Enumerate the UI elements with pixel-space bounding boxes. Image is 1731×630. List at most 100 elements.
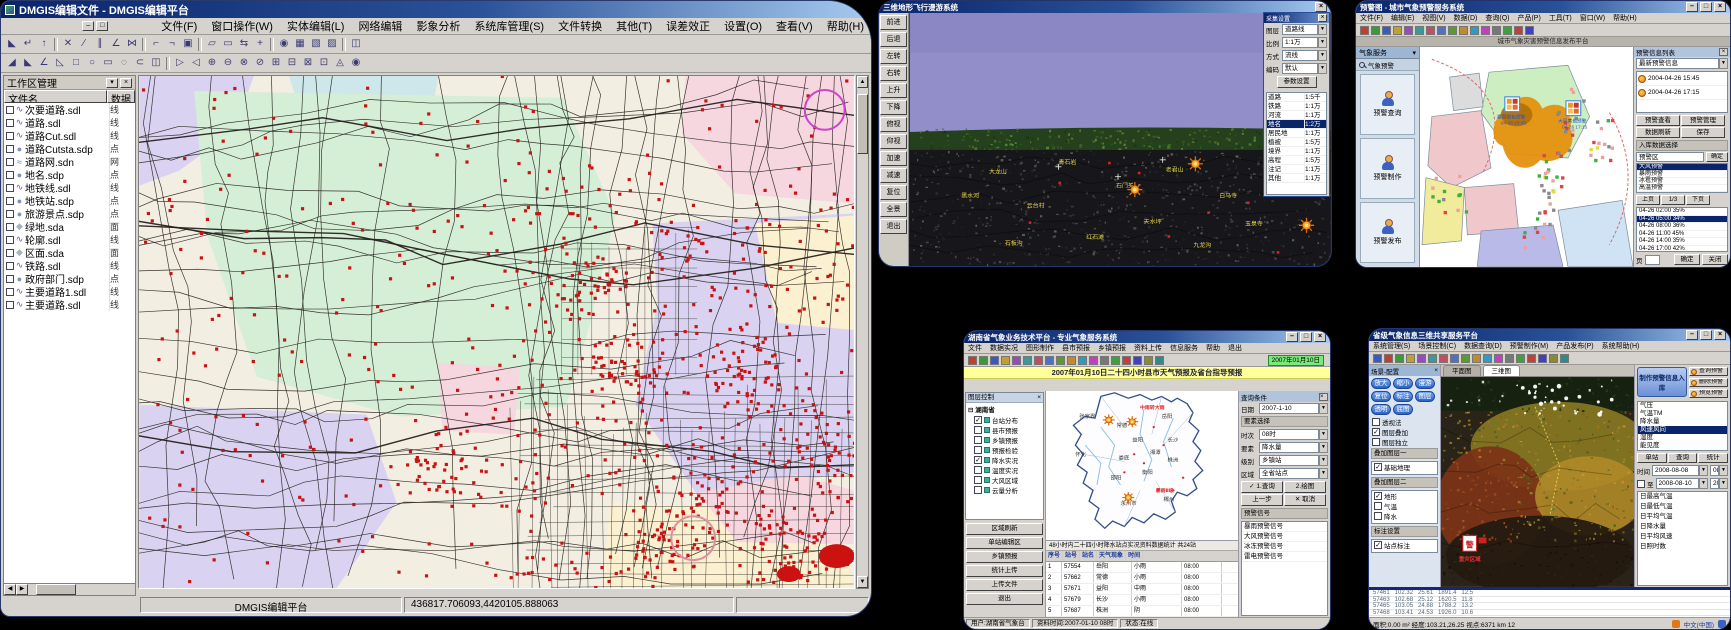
toolbar-icon[interactable]: ¬ xyxy=(164,37,180,52)
option-checkbox[interactable] xyxy=(1372,438,1380,446)
toolbar-icon[interactable] xyxy=(979,356,988,365)
tree-item[interactable]: 县市预报 xyxy=(966,425,1043,435)
toolbar-icon[interactable] xyxy=(1461,354,1470,363)
element-item[interactable]: 气温TM xyxy=(1638,410,1727,418)
layer-checkbox[interactable] xyxy=(6,145,14,153)
toolbar-icon[interactable] xyxy=(1437,26,1446,35)
toolbar-icon[interactable]: ▣ xyxy=(180,37,196,52)
panel-pin-button[interactable]: ▾ xyxy=(106,78,118,88)
scene-pill-button[interactable]: 缩小 xyxy=(1393,378,1413,389)
toolbar-icon[interactable]: ◉ xyxy=(276,37,292,52)
terrain-viewport[interactable]: 警重灾区域 xyxy=(1441,377,1634,587)
layer-checkbox[interactable] xyxy=(6,171,14,179)
layer-checkbox[interactable] xyxy=(6,249,14,257)
toolbar-icon[interactable]: ▨ xyxy=(324,37,340,52)
layer-item[interactable]: 降水 xyxy=(1372,511,1437,521)
minimize-button[interactable]: – xyxy=(1686,330,1698,340)
menu-item[interactable]: 其他(T) xyxy=(609,17,659,35)
toolbar-icon[interactable] xyxy=(1450,354,1459,363)
toolbar-icon[interactable]: ◬ xyxy=(332,56,348,71)
toolbar-icon[interactable]: ◫ xyxy=(348,37,364,52)
toolbar-icon[interactable] xyxy=(1056,356,1065,365)
toolbar-icon[interactable]: ⋈ xyxy=(124,37,140,52)
field-value[interactable]: 默认 xyxy=(1282,63,1318,74)
toolbar-icon[interactable]: ◢ xyxy=(4,56,20,71)
nav-button[interactable]: 仰视 xyxy=(880,134,907,149)
menu-item[interactable]: 视图(V) xyxy=(1418,13,1449,23)
toolbar-icon[interactable] xyxy=(1001,356,1010,365)
pager-button[interactable]: 1/3 xyxy=(1661,195,1685,205)
tree-checkbox[interactable] xyxy=(974,456,982,464)
nav-button[interactable]: 全景 xyxy=(880,202,907,217)
table-row[interactable]: 1 57554 岳阳 小雨 08:00 xyxy=(1046,562,1238,573)
panel-close-button[interactable]: × xyxy=(1434,367,1438,374)
toolbar-icon[interactable] xyxy=(1360,26,1369,35)
toolbar-icon[interactable] xyxy=(1426,26,1435,35)
panel-button[interactable]: 数据刷新 xyxy=(1636,127,1680,138)
toolbar-icon[interactable] xyxy=(1538,354,1547,363)
toolbar-icon[interactable] xyxy=(54,38,58,51)
list-row[interactable]: 高程1:5万 xyxy=(1267,156,1326,165)
query-tab[interactable]: 统计 xyxy=(1698,453,1728,463)
ma ximize-button[interactable]: □ xyxy=(1700,2,1712,12)
toolbar-icon[interactable]: ◺ xyxy=(52,56,68,71)
query-date[interactable]: 2007-1-10 xyxy=(1259,403,1319,414)
toolbar-icon[interactable]: ∠ xyxy=(36,56,52,71)
layer-item[interactable]: 基础地理 xyxy=(1372,462,1437,472)
list-row[interactable]: 地名1:2万 xyxy=(1267,120,1326,129)
menu-item[interactable]: 窗口(W) xyxy=(1576,13,1609,23)
field-value[interactable]: 1:1万 xyxy=(1282,37,1318,48)
sidebar-big-button[interactable]: 预警制作 xyxy=(1360,138,1415,199)
layer-checkbox[interactable] xyxy=(6,119,14,127)
start-hour[interactable]: 08 xyxy=(1710,465,1719,476)
title-bar[interactable]: 预警图 - 城市气象预警服务系统 – □ × xyxy=(1356,1,1730,13)
side-button[interactable]: 区域刷新 xyxy=(966,523,1043,535)
stat-item[interactable]: 日最高气温 xyxy=(1638,492,1727,502)
toolbar-icon[interactable] xyxy=(198,38,202,51)
toolbar-icon[interactable]: ▦ xyxy=(292,37,308,52)
element-item[interactable]: 能见度 xyxy=(1638,442,1727,450)
menu-item[interactable]: 帮助(H) xyxy=(820,17,871,35)
nav-button[interactable]: 减速 xyxy=(880,168,907,183)
table-column-header[interactable]: 站号 xyxy=(1063,551,1080,561)
toolbar-icon[interactable]: ∠ xyxy=(108,37,124,52)
page-input[interactable] xyxy=(1645,255,1661,265)
tree-checkbox[interactable] xyxy=(974,466,982,474)
toolbar-icon[interactable] xyxy=(1155,356,1164,365)
layer-checkbox[interactable] xyxy=(6,288,14,296)
table-row[interactable]: 3 57671 益阳 中雨 08:00 xyxy=(1046,584,1238,595)
toolbar-icon[interactable] xyxy=(1384,354,1393,363)
element-item[interactable]: 气压 xyxy=(1638,402,1727,410)
menu-item[interactable]: 数据实况 xyxy=(986,343,1022,353)
query-close-button[interactable]: × xyxy=(1319,393,1328,401)
tree-item[interactable]: 预报检验 xyxy=(966,445,1043,455)
tree-checkbox[interactable] xyxy=(974,416,982,424)
toolbar-icon[interactable]: ⊡ xyxy=(316,56,332,71)
end-date[interactable]: 2008-08-10 xyxy=(1656,478,1700,489)
menu-item[interactable]: 产品(P) xyxy=(1513,13,1544,23)
menu-item[interactable]: 文件 xyxy=(964,343,986,353)
field-value[interactable]: 08时 xyxy=(1259,429,1319,440)
table-row[interactable]: 04-26 02:00 35% xyxy=(1637,208,1727,216)
layer-checkbox[interactable] xyxy=(6,301,14,309)
side-button[interactable]: 统计上传 xyxy=(966,565,1043,577)
toolbar-icon[interactable] xyxy=(1404,26,1413,35)
nav-button[interactable]: 下降 xyxy=(880,100,907,115)
panel-button[interactable]: 保存 xyxy=(1681,127,1725,138)
toolbar-icon[interactable]: ⊘ xyxy=(252,56,268,71)
menu-item[interactable]: 帮助 xyxy=(1202,343,1224,353)
toolbar-icon[interactable]: ▭ xyxy=(100,56,116,71)
map-canvas[interactable] xyxy=(138,75,855,589)
pager-button[interactable]: 下页 xyxy=(1686,195,1710,205)
tree-item[interactable]: 降水实况 xyxy=(966,455,1043,465)
grid-row[interactable]: 57468 103.41 24.53 1926.0 10.6 xyxy=(1369,610,1730,617)
list-row[interactable]: 植被1:5万 xyxy=(1267,138,1326,147)
warning-item[interactable]: 2004-04-26 17:15 xyxy=(1637,86,1727,100)
ime-icon[interactable] xyxy=(1672,620,1680,628)
menu-item[interactable]: 场景控制(C) xyxy=(1414,341,1460,351)
element-item[interactable]: 风速风向 xyxy=(1638,426,1727,434)
table-column-header[interactable]: 站名 xyxy=(1080,551,1097,561)
warning-type-item[interactable]: 暴雨预警 xyxy=(1637,171,1727,178)
option-row[interactable]: 图层叠加 xyxy=(1369,427,1440,437)
tree-checkbox[interactable] xyxy=(974,426,982,434)
